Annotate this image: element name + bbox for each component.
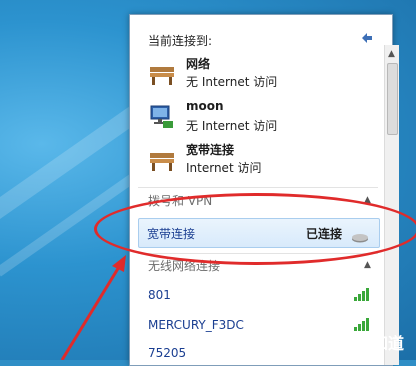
bench-network-icon: [148, 145, 176, 173]
network-status: Internet 访问: [186, 161, 262, 175]
wireless-network-item[interactable]: 75205: [148, 346, 186, 360]
network-name: 宽带连接: [186, 143, 235, 157]
scroll-up-icon[interactable]: ▲: [388, 49, 395, 59]
network-name: moon: [186, 99, 224, 113]
collapse-chevron-icon[interactable]: ▲: [364, 260, 371, 270]
scroll-thumb[interactable]: [387, 63, 398, 135]
computer-network-icon: [148, 103, 176, 131]
signal-strength-icon: [353, 286, 373, 302]
current-connection-title: 当前连接到:: [148, 34, 213, 48]
scrollbar[interactable]: ▲: [384, 45, 399, 365]
network-item[interactable]: moon 无 Internet 访问: [148, 99, 378, 139]
divider: [138, 187, 378, 188]
network-name: 网络: [186, 57, 211, 71]
network-status: 无 Internet 访问: [186, 119, 278, 133]
network-flyout: 当前连接到: 网络 无 Internet 访问 moon 无 Internet …: [129, 14, 399, 366]
highlight-ellipse: [94, 193, 416, 265]
network-item[interactable]: 宽带连接 Internet 访问: [148, 141, 378, 181]
wireless-network-item[interactable]: 801: [148, 288, 171, 302]
baidu-zhidao-watermark: 百度知道: [340, 334, 405, 353]
network-status: 无 Internet 访问: [186, 75, 278, 89]
refresh-icon[interactable]: [359, 30, 375, 46]
network-item[interactable]: 网络 无 Internet 访问: [148, 55, 378, 95]
bench-network-icon: [148, 59, 176, 87]
wireless-network-item[interactable]: MERCURY_F3DC: [148, 318, 244, 332]
